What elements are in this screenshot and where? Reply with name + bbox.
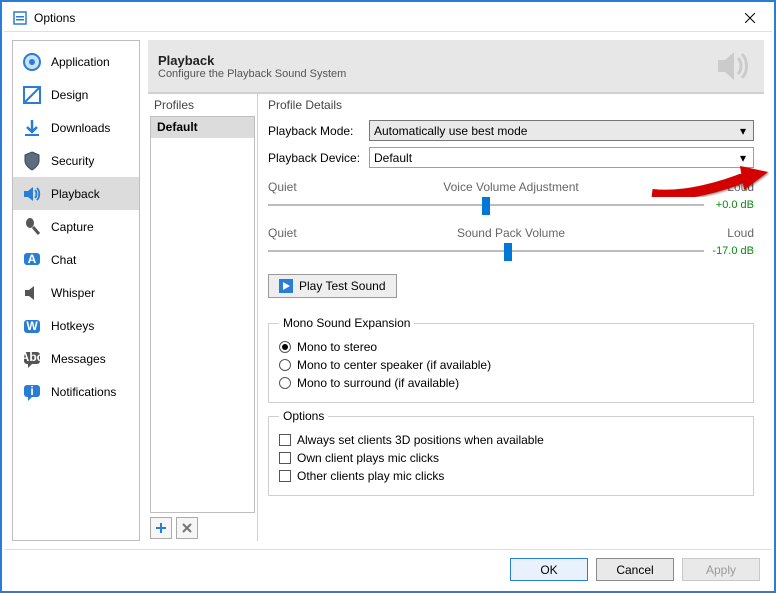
remove-profile-button[interactable] xyxy=(176,517,198,539)
other-clients-mic-checkbox[interactable]: Other clients play mic clicks xyxy=(279,469,743,483)
hotkeys-icon: W xyxy=(19,313,45,339)
device-label: Playback Device: xyxy=(268,151,363,165)
sidebar-item-notifications[interactable]: iNotifications xyxy=(13,375,139,408)
options-fieldset: Options Always set clients 3D positions … xyxy=(268,409,754,496)
chevron-down-icon: ▾ xyxy=(737,124,749,138)
cancel-button[interactable]: Cancel xyxy=(596,558,674,581)
sound-pack-value: -17.0 dB xyxy=(706,245,754,257)
sidebar-item-chat[interactable]: AChat xyxy=(13,243,139,276)
sound-pack-slider-block: QuietSound Pack VolumeLoud -17.0 dB xyxy=(268,226,754,260)
profiles-heading: Profiles xyxy=(148,94,257,116)
svg-text:i: i xyxy=(30,384,33,398)
sidebar-item-messages[interactable]: AbcMessages xyxy=(13,342,139,375)
page-title: Playback xyxy=(158,53,714,68)
profiles-list[interactable]: Default xyxy=(150,116,255,513)
chevron-down-icon: ▾ xyxy=(737,151,749,165)
downloads-icon xyxy=(19,115,45,141)
slider-thumb[interactable] xyxy=(482,197,490,215)
playback-device-dropdown[interactable]: Default ▾ xyxy=(369,147,754,168)
ok-button[interactable]: OK xyxy=(510,558,588,581)
x-icon xyxy=(181,522,193,534)
play-test-sound-button[interactable]: Play Test Sound xyxy=(268,274,397,298)
main-panel: Playback Configure the Playback Sound Sy… xyxy=(148,40,764,541)
svg-text:Abc: Abc xyxy=(21,350,43,364)
design-icon xyxy=(19,82,45,108)
profile-details: Profile Details Playback Mode: Automatic… xyxy=(258,94,764,541)
plus-icon xyxy=(155,522,167,534)
sidebar-item-whisper[interactable]: Whisper xyxy=(13,276,139,309)
sidebar-item-application[interactable]: Application xyxy=(13,45,139,78)
apply-button: Apply xyxy=(682,558,760,581)
sidebar-item-security[interactable]: Security xyxy=(13,144,139,177)
speaker-icon xyxy=(19,181,45,207)
window-title: Options xyxy=(34,11,728,25)
svg-text:W: W xyxy=(26,319,38,333)
details-heading: Profile Details xyxy=(268,98,754,120)
sidebar-item-downloads[interactable]: Downloads xyxy=(13,111,139,144)
titlebar: Options xyxy=(4,4,772,32)
app-icon xyxy=(12,10,28,26)
play-icon xyxy=(279,279,293,293)
messages-icon: Abc xyxy=(19,346,45,372)
close-icon xyxy=(745,13,755,23)
voice-volume-slider[interactable]: +0.0 dB xyxy=(268,196,754,214)
sidebar-item-hotkeys[interactable]: WHotkeys xyxy=(13,309,139,342)
microphone-icon xyxy=(19,214,45,240)
own-client-mic-checkbox[interactable]: Own client plays mic clicks xyxy=(279,451,743,465)
sound-pack-slider[interactable]: -17.0 dB xyxy=(268,242,754,260)
shield-icon xyxy=(19,148,45,174)
close-button[interactable] xyxy=(728,4,772,32)
radio-icon xyxy=(279,359,291,371)
always-3d-checkbox[interactable]: Always set clients 3D positions when ava… xyxy=(279,433,743,447)
profiles-column: Profiles Default xyxy=(148,94,258,541)
notifications-icon: i xyxy=(19,379,45,405)
radio-icon xyxy=(279,341,291,353)
mono-expansion-fieldset: Mono Sound Expansion Mono to stereo Mono… xyxy=(268,316,754,403)
sidebar-item-playback[interactable]: Playback xyxy=(13,177,139,210)
checkbox-icon xyxy=(279,452,291,464)
page-subtitle: Configure the Playback Sound System xyxy=(158,68,714,80)
application-icon xyxy=(19,49,45,75)
profile-item[interactable]: Default xyxy=(151,117,254,138)
footer: OK Cancel Apply xyxy=(4,549,772,589)
whisper-icon xyxy=(19,280,45,306)
checkbox-icon xyxy=(279,434,291,446)
playback-mode-dropdown[interactable]: Automatically use best mode ▾ xyxy=(369,120,754,141)
sidebar-item-design[interactable]: Design xyxy=(13,78,139,111)
mono-stereo-radio[interactable]: Mono to stereo xyxy=(279,340,743,354)
voice-volume-slider-block: QuietVoice Volume AdjustmentLoud +0.0 dB xyxy=(268,180,754,214)
add-profile-button[interactable] xyxy=(150,517,172,539)
chat-icon: A xyxy=(19,247,45,273)
voice-volume-value: +0.0 dB xyxy=(706,199,754,211)
slider-thumb[interactable] xyxy=(504,243,512,261)
speaker-large-icon xyxy=(714,46,754,86)
mono-center-radio[interactable]: Mono to center speaker (if available) xyxy=(279,358,743,372)
svg-text:A: A xyxy=(28,252,37,266)
mode-label: Playback Mode: xyxy=(268,124,363,138)
header: Playback Configure the Playback Sound Sy… xyxy=(148,40,764,93)
sidebar: Application Design Downloads Security Pl… xyxy=(12,40,140,541)
mono-surround-radio[interactable]: Mono to surround (if available) xyxy=(279,376,743,390)
radio-icon xyxy=(279,377,291,389)
sidebar-item-capture[interactable]: Capture xyxy=(13,210,139,243)
checkbox-icon xyxy=(279,470,291,482)
